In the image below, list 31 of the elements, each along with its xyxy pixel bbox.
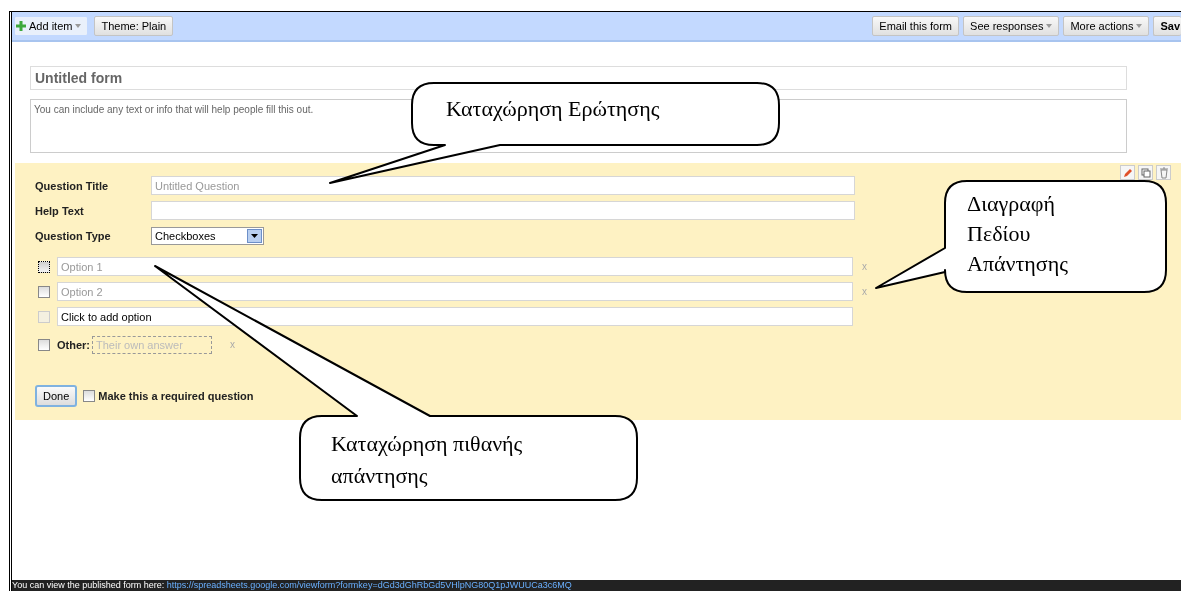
done-button[interactable]: Done [35,385,78,407]
menu-button[interactable]: See responses [963,16,1060,36]
checkbox[interactable] [38,285,50,298]
caret-icon [1046,24,1053,28]
form-link[interactable]: https://spreadsheets.google.com/viewform?formkey=dGd3dGhRbGd5VHlpNG80Q1pJWUUCa3c6MQ [166,580,572,590]
add-option-field[interactable]: Click to add option [57,307,853,326]
other-label: Other: [57,338,90,351]
text-field[interactable] [151,201,855,220]
checkbox[interactable] [83,390,96,402]
caret-icon [75,24,82,28]
field-label: Question Title [35,179,110,192]
caret-icon [1136,24,1143,28]
toolbar-button[interactable]: Theme: Plain [94,16,174,36]
toolbar-button[interactable]: Sav [1153,16,1181,36]
toolbar-button[interactable]: Email this form [872,16,960,36]
callout-text: Καταχώρηση πιθανής απάντησης [331,430,524,490]
question-type-dropdown[interactable]: Checkboxes [151,226,264,245]
checkbox[interactable] [38,260,50,273]
pencil-icon[interactable] [1120,165,1135,180]
footer-text: You can view the published form here: [12,580,166,590]
trash-icon[interactable] [1156,165,1171,180]
menu-button[interactable]: Add item [14,16,89,36]
required-label: Make this a required question [98,390,254,402]
copy-icon[interactable] [1138,165,1153,180]
plus-icon [16,21,26,31]
callout-text: Καταχώρηση Ερώτησης [446,95,661,123]
checkbox[interactable] [38,338,50,351]
field-label: Question Type [35,229,112,242]
menu-button[interactable]: More actions [1063,16,1150,36]
callout-text: Διαγραφή Πεδίου Απάντησης [967,190,1069,278]
field-label: Help Text [35,204,85,217]
